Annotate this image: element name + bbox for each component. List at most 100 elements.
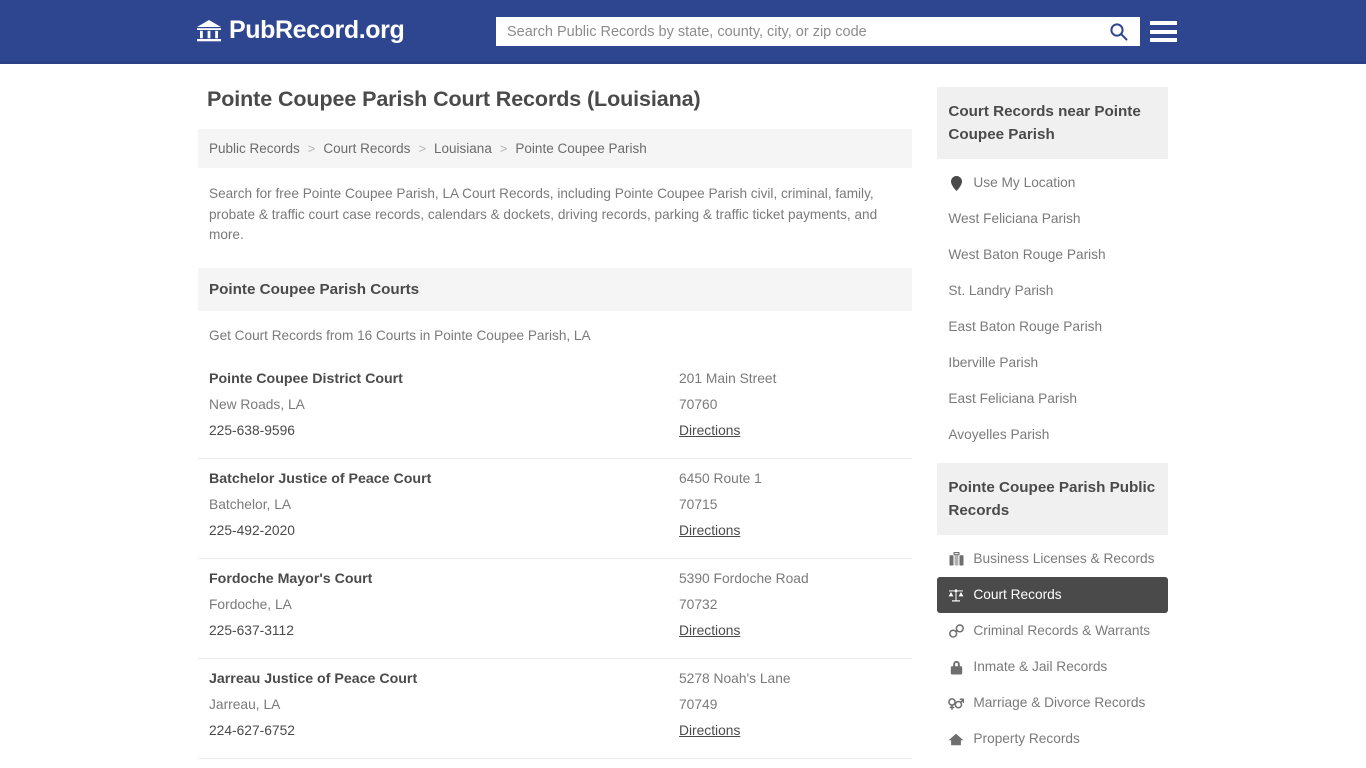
hamburger-bar [1150,38,1177,42]
court-city-state: Batchelor, LA [209,496,292,512]
court-address: 201 Main Street 70760 Directions [679,366,901,444]
court-phone: 225-637-3112 [209,622,294,638]
hamburger-bar [1150,21,1177,25]
court-street: 6450 Route 1 [679,470,762,486]
site-logo-text: PubRecord.org [229,16,405,44]
directions-link[interactable]: Directions [679,423,740,438]
sidebar-item-label: West Baton Rouge Parish [948,247,1106,262]
sidebar-public-records-header: Pointe Coupee Parish Public Records [937,463,1168,535]
court-zip: 70732 [679,596,718,612]
sidebar-item-label: Inmate & Jail Records [973,659,1108,674]
sidebar-item-label: Property Records [973,731,1080,746]
table-row: Jarreau Justice of Peace Court Jarreau, … [198,659,913,759]
sidebar: Court Records near Pointe Coupee Parish … [937,87,1168,768]
sidebar-item-property-records[interactable]: Property Records [937,721,1168,757]
courts-section-subtitle: Get Court Records from 16 Courts in Poin… [209,327,591,343]
content-container: Pointe Coupee Parish Court Records (Loui… [198,64,1168,768]
court-street: 5278 Noah's Lane [679,670,791,686]
sidebar-item-label: Court Records [973,587,1062,602]
court-city-state: Jarreau, LA [209,696,281,712]
sidebar-item-label: St. Landry Parish [948,283,1054,298]
sidebar-item-east-feliciana-parish[interactable]: East Feliciana Parish [937,381,1168,417]
directions-link[interactable]: Directions [679,723,740,738]
breadcrumb-item-louisiana[interactable]: Louisiana [434,141,492,156]
court-info: Pointe Coupee District Court New Roads, … [209,366,679,444]
hamburger-menu-icon[interactable] [1150,19,1177,44]
sidebar-item-label: Iberville Parish [948,355,1039,370]
court-zip: 70715 [679,496,718,512]
breadcrumb-item-current: Pointe Coupee Parish [515,141,647,156]
sidebar-item-iberville-parish[interactable]: Iberville Parish [937,345,1168,381]
court-address: 6450 Route 1 70715 Directions [679,466,901,544]
balance-scale-icon [948,587,964,603]
breadcrumb: Public Records > Court Records > Louisia… [198,129,913,168]
sidebar-item-use-my-location[interactable]: Use My Location [937,165,1168,201]
court-name-link[interactable]: Pointe Coupee District Court [209,371,403,387]
court-city-state: New Roads, LA [209,396,305,412]
court-phone: 224-627-6752 [209,722,295,738]
court-address: 5390 Fordoche Road 70732 Directions [679,566,901,644]
sidebar-item-label: East Feliciana Parish [948,391,1077,406]
sidebar-item-business-licenses[interactable]: Business Licenses & Records [937,541,1168,577]
hamburger-bar [1150,29,1177,34]
breadcrumb-item-court-records[interactable]: Court Records [323,141,410,156]
sidebar-item-st-landry-parish[interactable]: St. Landry Parish [937,273,1168,309]
sidebar-item-label: Business Licenses & Records [973,551,1155,566]
sidebar-item-east-baton-rouge-parish[interactable]: East Baton Rouge Parish [937,309,1168,345]
sidebar-item-label: East Baton Rouge Parish [948,319,1103,334]
table-row: Fordoche Mayor's Court Fordoche, LA 225-… [198,559,913,659]
directions-link[interactable]: Directions [679,623,740,638]
table-row: Batchelor Justice of Peace Court Batchel… [198,459,913,559]
court-address: 5278 Noah's Lane 70749 Directions [679,666,901,744]
sidebar-item-avoyelles-parish[interactable]: Avoyelles Parish [937,417,1168,453]
sidebar-nearby-list: Use My Location West Feliciana Parish We… [937,159,1168,453]
sidebar-item-label: Use My Location [973,175,1076,190]
court-list: Pointe Coupee District Court New Roads, … [198,359,913,768]
court-info: Batchelor Justice of Peace Court Batchel… [209,466,679,544]
home-icon [948,731,964,747]
court-info: Fordoche Mayor's Court Fordoche, LA 225-… [209,566,679,644]
sidebar-item-label: Criminal Records & Warrants [973,623,1151,638]
sidebar-public-records-box: Pointe Coupee Parish Public Records Busi… [937,463,1168,757]
search-bar [496,17,1140,46]
court-name-link[interactable]: Fordoche Mayor's Court [209,571,372,587]
site-logo[interactable]: PubRecord.org [196,16,405,44]
site-header: PubRecord.org [0,0,1366,64]
sidebar-item-west-feliciana-parish[interactable]: West Feliciana Parish [937,201,1168,237]
sidebar-nearby-box: Court Records near Pointe Coupee Parish … [937,87,1168,453]
court-name-link[interactable]: Batchelor Justice of Peace Court [209,471,431,487]
sidebar-item-label: West Feliciana Parish [948,211,1081,226]
breadcrumb-separator: > [499,141,508,156]
venus-mars-icon [948,695,965,711]
search-input[interactable] [497,18,1097,45]
court-phone: 225-638-9596 [209,422,295,438]
handcuffs-icon [948,623,964,639]
court-street: 201 Main Street [679,370,777,386]
search-button[interactable] [1097,18,1139,45]
court-name-link[interactable]: Jarreau Justice of Peace Court [209,671,417,687]
page-body: Pointe Coupee Parish Court Records (Loui… [0,64,1366,768]
table-row: Lakeland Justice of Peace Court Lakeland… [198,759,912,768]
court-phone: 225-492-2020 [209,522,295,538]
lock-icon [948,659,964,675]
sidebar-nearby-title: Court Records near Pointe Coupee Parish [948,103,1141,143]
breadcrumb-separator: > [307,141,316,156]
table-row: Pointe Coupee District Court New Roads, … [198,359,913,459]
courts-section-header: Pointe Coupee Parish Courts [198,267,913,311]
breadcrumb-item-public-records[interactable]: Public Records [209,141,300,156]
court-zip: 70749 [679,696,718,712]
sidebar-item-marriage-divorce-records[interactable]: Marriage & Divorce Records [937,685,1168,721]
sidebar-item-court-records[interactable]: Court Records [937,577,1168,613]
sidebar-item-criminal-records[interactable]: Criminal Records & Warrants [937,613,1168,649]
sidebar-item-label: Avoyelles Parish [948,427,1050,442]
sidebar-public-records-title: Pointe Coupee Parish Public Records [948,479,1156,519]
sidebar-item-inmate-jail-records[interactable]: Inmate & Jail Records [937,649,1168,685]
directions-link[interactable]: Directions [679,523,740,538]
court-info: Jarreau Justice of Peace Court Jarreau, … [209,666,679,744]
briefcase-icon [948,551,964,567]
court-zip: 70760 [679,396,718,412]
sidebar-item-label: Marriage & Divorce Records [973,695,1146,710]
search-icon [1109,22,1128,41]
map-pin-icon [948,175,964,191]
sidebar-item-west-baton-rouge-parish[interactable]: West Baton Rouge Parish [937,237,1168,273]
